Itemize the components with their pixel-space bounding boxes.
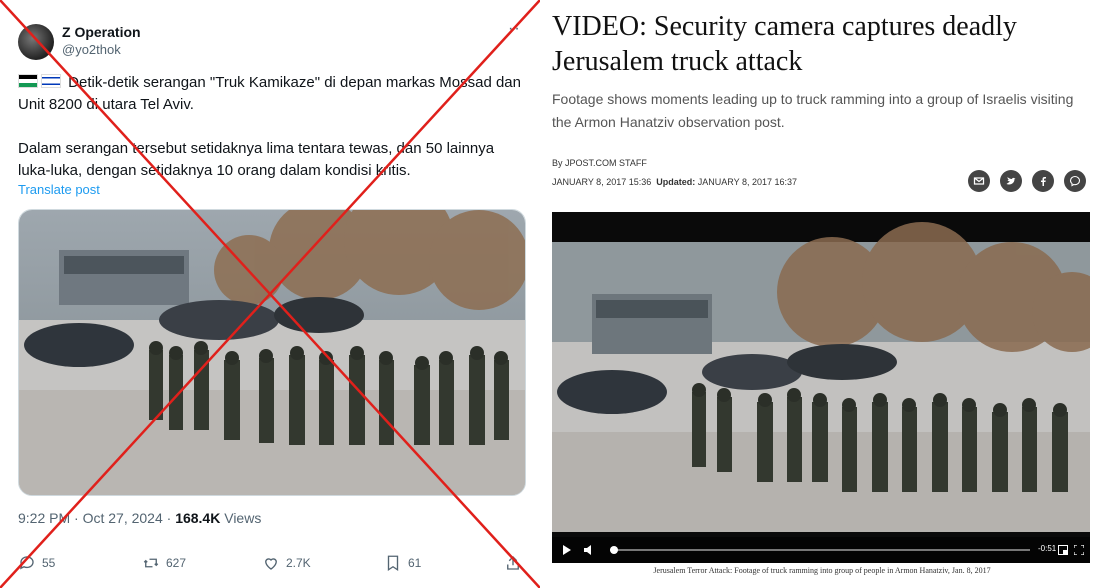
published-date: JANUARY 8, 2017 15:36 xyxy=(552,177,652,187)
email-share-button[interactable] xyxy=(968,170,990,192)
video-time: -0:51 xyxy=(1038,544,1057,553)
like-button[interactable]: 2.7K xyxy=(262,554,311,572)
more-options-icon[interactable]: ·· xyxy=(508,20,521,38)
article-headline: VIDEO: Security camera captures deadly J… xyxy=(552,11,1017,77)
repost-count: 627 xyxy=(166,556,187,570)
tweet-paragraph-2: Dalam serangan tersebut setidaknya lima … xyxy=(18,140,495,179)
progress-track[interactable] xyxy=(610,546,1030,554)
volume-icon[interactable] xyxy=(584,545,596,555)
like-icon xyxy=(265,558,277,570)
fullscreen-icon[interactable] xyxy=(1074,545,1084,555)
bookmark-count: 61 xyxy=(408,556,422,570)
video-caption: Jerusalem Terror Attack: Footage of truc… xyxy=(653,566,991,575)
display-name[interactable]: Z Operation xyxy=(62,24,141,40)
cctv-frame-left xyxy=(19,210,525,495)
bookmark-icon xyxy=(387,555,399,572)
tweet-actions: 55 627 2.7K 61 xyxy=(18,554,528,576)
play-icon[interactable] xyxy=(562,545,572,555)
views-count: 168.4K xyxy=(175,510,221,526)
facebook-icon xyxy=(1041,177,1046,186)
repost-icon xyxy=(143,558,159,568)
twitter-share-button[interactable] xyxy=(1000,170,1022,192)
tweet-timestamp[interactable]: 9:22 PM · Oct 27, 2024 · xyxy=(18,510,175,526)
reply-icon xyxy=(19,556,34,570)
tweet-text: Detik-detik serangan "Truk Kamikaze" di … xyxy=(18,72,523,182)
news-article: VIDEO: Security camera captures deadly J… xyxy=(548,0,1100,588)
pip-icon[interactable] xyxy=(1058,545,1068,555)
email-icon xyxy=(973,177,985,185)
article-byline[interactable]: By JPOST.COM STAFF xyxy=(552,158,647,168)
video-controls: -0:51 xyxy=(552,537,1090,563)
tweet-meta: 9:22 PM · Oct 27, 2024 · 168.4K Views xyxy=(18,510,261,526)
messenger-share-button[interactable] xyxy=(1064,170,1086,192)
tweet-card: Z Operation @yo2thok ·· Detik-detik sera… xyxy=(0,0,540,588)
tweet-paragraph-1: Detik-detik serangan "Truk Kamikaze" di … xyxy=(18,74,521,113)
views-label: Views xyxy=(220,510,262,526)
reply-count: 55 xyxy=(42,556,56,570)
article-subhead: Footage shows moments leading up to truc… xyxy=(552,91,1074,130)
israel-flag-icon xyxy=(41,74,61,88)
article-video-player[interactable]: -0:51 xyxy=(552,212,1090,563)
share-button[interactable] xyxy=(504,554,522,572)
translate-post-link[interactable]: Translate post xyxy=(18,182,100,197)
messenger-icon xyxy=(1069,175,1081,187)
share-icon xyxy=(507,556,519,570)
repost-button[interactable]: 627 xyxy=(142,554,186,572)
twitter-icon xyxy=(1006,177,1016,185)
tweet-video[interactable] xyxy=(18,209,526,496)
palestine-flag-icon xyxy=(18,74,38,88)
cctv-frame-right xyxy=(552,212,1090,563)
avatar[interactable] xyxy=(18,24,54,60)
bookmark-button[interactable]: 61 xyxy=(384,554,421,572)
facebook-share-button[interactable] xyxy=(1032,170,1054,192)
progress-handle[interactable] xyxy=(610,546,618,554)
article-dates: JANUARY 8, 2017 15:36 Updated: JANUARY 8… xyxy=(552,177,797,187)
updated-date: JANUARY 8, 2017 16:37 xyxy=(697,177,797,187)
like-count: 2.7K xyxy=(286,556,311,570)
updated-label: Updated: xyxy=(656,177,696,187)
user-handle[interactable]: @yo2thok xyxy=(62,42,121,57)
reply-button[interactable]: 55 xyxy=(18,554,55,572)
